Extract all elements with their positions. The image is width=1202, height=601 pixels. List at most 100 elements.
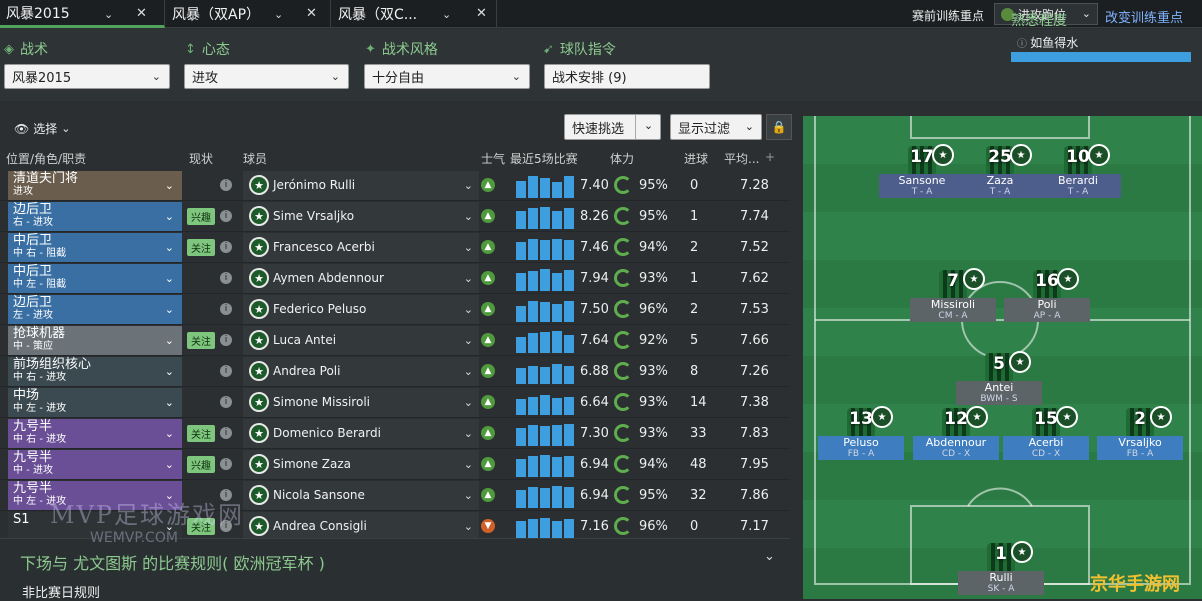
form-bar	[564, 397, 574, 415]
player-name: Domenico Berardi	[273, 426, 381, 440]
table-row[interactable]: 中后卫 中 左 - 阻截 ⌄ i ★ Aymen Abdennour ⌄ ▲ 7…	[0, 263, 790, 294]
pitch-player-role: T - A	[879, 187, 965, 198]
role-selector[interactable]: 九号半 中 右 - 进攻 ⌄	[8, 419, 182, 448]
col-status[interactable]: 现状	[189, 150, 213, 167]
info-icon[interactable]: i	[220, 396, 232, 408]
pitch-player[interactable]: 12 ★ Abdennour CD - X	[913, 406, 999, 460]
pitch-player[interactable]: 1 ★ Rulli SK - A	[958, 541, 1044, 595]
table-row[interactable]: 清道夫门将 进攻 ⌄ i ★ Jerónimo Rulli ⌄ ▲ 7.40 9…	[0, 170, 790, 201]
pitch-player[interactable]: 10 ★ Berardi T - A	[1035, 144, 1121, 198]
role-selector[interactable]: 边后卫 左 - 进攻 ⌄	[8, 295, 182, 324]
status-badge[interactable]: 关注	[187, 239, 215, 256]
col-morale[interactable]: 士气	[481, 150, 505, 167]
role-selector[interactable]: 九号半 中 - 进攻 ⌄	[8, 450, 182, 479]
table-row[interactable]: 边后卫 左 - 进攻 ⌄ i ★ Federico Peluso ⌄ ▲ 7.5…	[0, 294, 790, 325]
col-position[interactable]: 位置/角色/职责	[6, 150, 86, 167]
chevron-down-icon[interactable]: ⌄	[274, 8, 283, 21]
pitch-player[interactable]: 17 ★ Sansone T - A	[879, 144, 965, 198]
role-selector[interactable]: 中后卫 中 右 - 阻截 ⌄	[8, 233, 182, 262]
info-icon[interactable]: i	[220, 272, 232, 284]
tactic-icon: ◈	[4, 41, 14, 57]
display-filter-button[interactable]: 显示过滤 ⌄	[670, 114, 762, 140]
player-selector[interactable]: ★ Simone Missiroli ⌄	[243, 388, 479, 417]
pitch-player[interactable]: 13 ★ Peluso FB - A	[818, 406, 904, 460]
info-icon[interactable]: i	[220, 303, 232, 315]
add-column-icon[interactable]: +	[765, 150, 775, 164]
player-selector[interactable]: ★ Nicola Sansone ⌄	[243, 481, 479, 510]
club-badge-icon: ★	[966, 406, 988, 428]
col-goals[interactable]: 进球	[684, 150, 708, 167]
status-badge[interactable]: 关注	[187, 425, 215, 442]
table-row[interactable]: 抢球机器 中 - 策应 ⌄ 关注 i ★ Luca Antei ⌄ ▲ 7.64…	[0, 325, 790, 356]
role-selector[interactable]: 边后卫 右 - 进攻 ⌄	[8, 202, 182, 231]
player-selector[interactable]: ★ Andrea Consigli ⌄	[243, 512, 479, 541]
role-selector[interactable]: 中场 中 左 - 进攻 ⌄	[8, 388, 182, 417]
info-icon[interactable]: i	[220, 365, 232, 377]
table-row[interactable]: 边后卫 右 - 进攻 ⌄ 兴趣 i ★ Sime Vrsaljko ⌄ ▲ 8.…	[0, 201, 790, 232]
table-row[interactable]: 前场组织核心 中 右 - 进攻 ⌄ i ★ Andrea Poli ⌄ ▲ 6.…	[0, 356, 790, 387]
col-avg[interactable]: 平均...	[724, 150, 759, 167]
quick-pick-button[interactable]: 快速挑选 ⌄	[564, 114, 661, 140]
table-row[interactable]: 九号半 中 - 进攻 ⌄ 兴趣 i ★ Simone Zaza ⌄ ▲ 6.94…	[0, 449, 790, 480]
pitch-player[interactable]: 7 ★ Missiroli CM - A	[910, 268, 996, 322]
chevron-down-icon[interactable]: ⌄	[442, 8, 451, 21]
info-icon[interactable]: i	[220, 334, 232, 346]
chevron-down-icon[interactable]: ⌄	[635, 115, 661, 139]
info-icon[interactable]: i	[220, 241, 232, 253]
player-selector[interactable]: ★ Domenico Berardi ⌄	[243, 419, 479, 448]
instructions-button[interactable]: 战术安排 (9)	[544, 64, 710, 89]
info-icon[interactable]: i	[220, 210, 232, 222]
pitch-player[interactable]: 2 ★ Vrsaljko FB - A	[1097, 406, 1183, 460]
tactics-pitch[interactable]: 17 ★ Sansone T - A 25 ★ Zaza T - A 10 ★ Berar…	[803, 116, 1202, 599]
pitch-player[interactable]: 16 ★ Poli AP - A	[1004, 268, 1090, 322]
avg-rating-value: 7.38	[740, 395, 769, 410]
tab-tactic-2[interactable]: 风暴（双AP） ⌄ ✕	[166, 0, 331, 28]
pitch-player[interactable]: 15 ★ Acerbi CD - X	[1003, 406, 1089, 460]
chevron-down-icon[interactable]: ⌄	[104, 8, 113, 21]
player-selector[interactable]: ★ Federico Peluso ⌄	[243, 295, 479, 324]
table-row[interactable]: 中后卫 中 右 - 阻截 ⌄ 关注 i ★ Francesco Acerbi ⌄…	[0, 232, 790, 263]
avg-rating-value: 7.83	[740, 426, 769, 441]
pitch-player[interactable]: 25 ★ Zaza T - A	[957, 144, 1043, 198]
close-icon[interactable]: ✕	[306, 6, 317, 21]
role-selector[interactable]: 前场组织核心 中 右 - 进攻 ⌄	[8, 357, 182, 386]
player-selector[interactable]: ★ Aymen Abdennour ⌄	[243, 264, 479, 293]
tab-tactic-1[interactable]: 风暴2015 ⌄ ✕	[0, 0, 165, 28]
goals-value: 33	[690, 426, 707, 441]
role-selector[interactable]: 中后卫 中 左 - 阻截 ⌄	[8, 264, 182, 293]
player-selector[interactable]: ★ Luca Antei ⌄	[243, 326, 479, 355]
change-training-link[interactable]: 改变训练重点	[1105, 7, 1183, 26]
player-selector[interactable]: ★ Simone Zaza ⌄	[243, 450, 479, 479]
status-badge[interactable]: 关注	[187, 332, 215, 349]
role-selector[interactable]: 清道夫门将 进攻 ⌄	[8, 171, 182, 200]
style-select[interactable]: 十分自由 ⌄	[364, 64, 530, 89]
info-icon[interactable]: i	[220, 458, 232, 470]
select-dropdown[interactable]: 👁 选择 ⌄	[14, 120, 70, 137]
player-selector[interactable]: ★ Sime Vrsaljko ⌄	[243, 202, 479, 231]
table-row[interactable]: 中场 中 左 - 进攻 ⌄ i ★ Simone Missiroli ⌄ ▲ 6…	[0, 387, 790, 418]
status-badge[interactable]: 兴趣	[187, 208, 215, 225]
col-player[interactable]: 球员	[243, 150, 267, 167]
mentality-select[interactable]: 进攻 ⌄	[184, 64, 349, 89]
chevron-down-icon: ⌄	[463, 396, 473, 409]
role-selector[interactable]: 抢球机器 中 - 策应 ⌄	[8, 326, 182, 355]
close-icon[interactable]: ✕	[476, 6, 487, 21]
close-icon[interactable]: ✕	[136, 6, 147, 21]
player-selector[interactable]: ★ Francesco Acerbi ⌄	[243, 233, 479, 262]
player-selector[interactable]: ★ Andrea Poli ⌄	[243, 357, 479, 386]
info-icon[interactable]: i	[220, 179, 232, 191]
info-icon[interactable]: i	[220, 427, 232, 439]
col-condition[interactable]: 体力	[610, 150, 634, 167]
table-row[interactable]: 九号半 中 右 - 进攻 ⌄ 关注 i ★ Domenico Berardi ⌄…	[0, 418, 790, 449]
chevron-down-icon[interactable]: ⌄	[764, 549, 775, 564]
match-rules-title: 下场与 尤文图斯 的比赛规则( 欧洲冠军杯 )	[20, 554, 325, 573]
status-badge[interactable]: 兴趣	[187, 456, 215, 473]
condition-ring-icon	[614, 486, 632, 504]
lock-icon[interactable]: 🔒	[766, 114, 792, 140]
pitch-player[interactable]: 5 ★ Antei BWM - S	[956, 351, 1042, 405]
role-name: 中后卫	[13, 264, 53, 279]
col-last5[interactable]: 最近5场比赛	[510, 150, 578, 167]
tactic-select[interactable]: 风暴2015 ⌄	[4, 64, 170, 89]
tab-tactic-3[interactable]: 风暴（双C... ⌄ ✕	[332, 0, 497, 28]
player-selector[interactable]: ★ Jerónimo Rulli ⌄	[243, 171, 479, 200]
